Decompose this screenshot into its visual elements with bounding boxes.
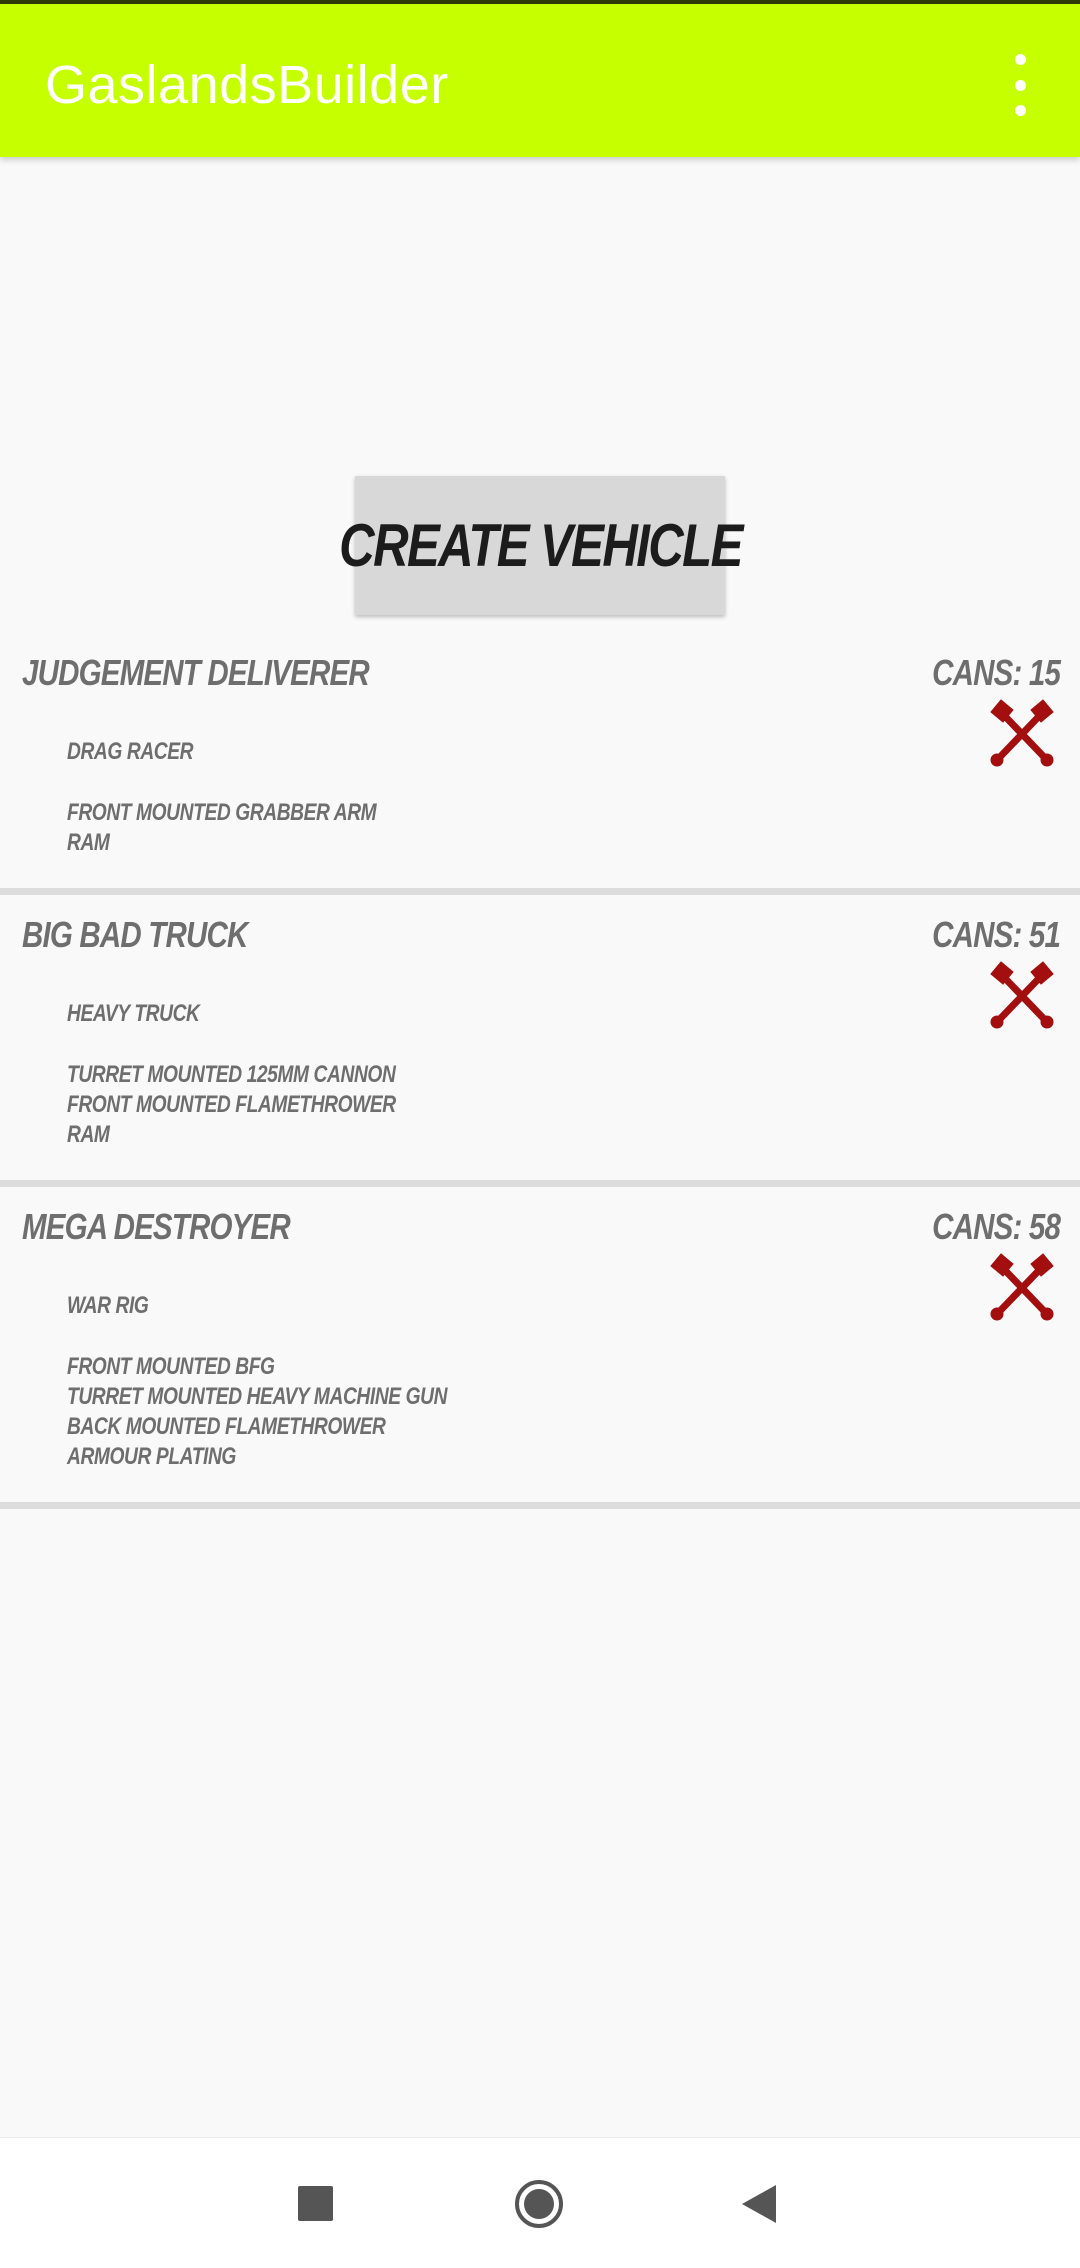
vehicle-item: BACK MOUNTED FLAMETHROWER	[67, 1413, 386, 1440]
crossed-axes-icon[interactable]	[985, 958, 1059, 1032]
vehicle-item: FRONT MOUNTED BFG	[67, 1353, 275, 1380]
vehicle-cans: CANS: 58	[932, 1206, 1061, 1247]
square-icon[interactable]	[298, 2186, 333, 2221]
vehicle-type: HEAVY TRUCK	[67, 1000, 200, 1027]
circle-icon[interactable]	[513, 2178, 565, 2230]
vehicle-item: FRONT MOUNTED FLAMETHROWER	[67, 1091, 396, 1118]
vehicle-name: MEGA DESTROYER	[22, 1206, 291, 1247]
vehicle-name: JUDGEMENT DELIVERER	[22, 652, 370, 693]
app-title: GaslandsBuilder	[45, 55, 449, 115]
vehicle-type: WAR RIG	[67, 1292, 149, 1319]
vehicle-card[interactable]: MEGA DESTROYER CANS: 58 WAR RIG FRONT MO…	[0, 1206, 1080, 1496]
system-navigation-bar	[0, 2137, 1080, 2268]
card-divider	[0, 1502, 1080, 1509]
create-vehicle-label: CREATE VEHICLE	[338, 512, 743, 579]
crossed-axes-icon[interactable]	[985, 1250, 1059, 1324]
vehicle-item: FRONT MOUNTED GRABBER ARM	[67, 799, 377, 826]
vehicle-item: RAM	[67, 1121, 110, 1148]
vehicle-item: RAM	[67, 829, 110, 856]
triangle-back-icon[interactable]	[740, 2183, 780, 2225]
vehicle-card[interactable]: BIG BAD TRUCK CANS: 51 HEAVY TRUCK TURRE…	[0, 914, 1080, 1174]
app-bar: GaslandsBuilder	[0, 4, 1080, 157]
vehicle-cans: CANS: 51	[932, 914, 1061, 955]
vehicle-item: ARMOUR PLATING	[67, 1443, 236, 1470]
crossed-axes-icon[interactable]	[985, 696, 1059, 770]
vehicle-item: TURRET MOUNTED HEAVY MACHINE GUN	[67, 1383, 448, 1410]
card-divider	[0, 888, 1080, 895]
vehicle-type: DRAG RACER	[67, 738, 194, 765]
vehicle-card[interactable]: JUDGEMENT DELIVERER CANS: 15 DRAG RACER …	[0, 652, 1080, 882]
overflow-menu-button[interactable]	[995, 54, 1045, 116]
vehicle-name: BIG BAD TRUCK	[22, 914, 248, 955]
create-vehicle-button[interactable]: CREATE VEHICLE	[339, 476, 743, 615]
vehicle-cans: CANS: 15	[932, 652, 1061, 693]
card-divider	[0, 1180, 1080, 1187]
vehicle-item: TURRET MOUNTED 125MM CANNON	[67, 1061, 396, 1088]
